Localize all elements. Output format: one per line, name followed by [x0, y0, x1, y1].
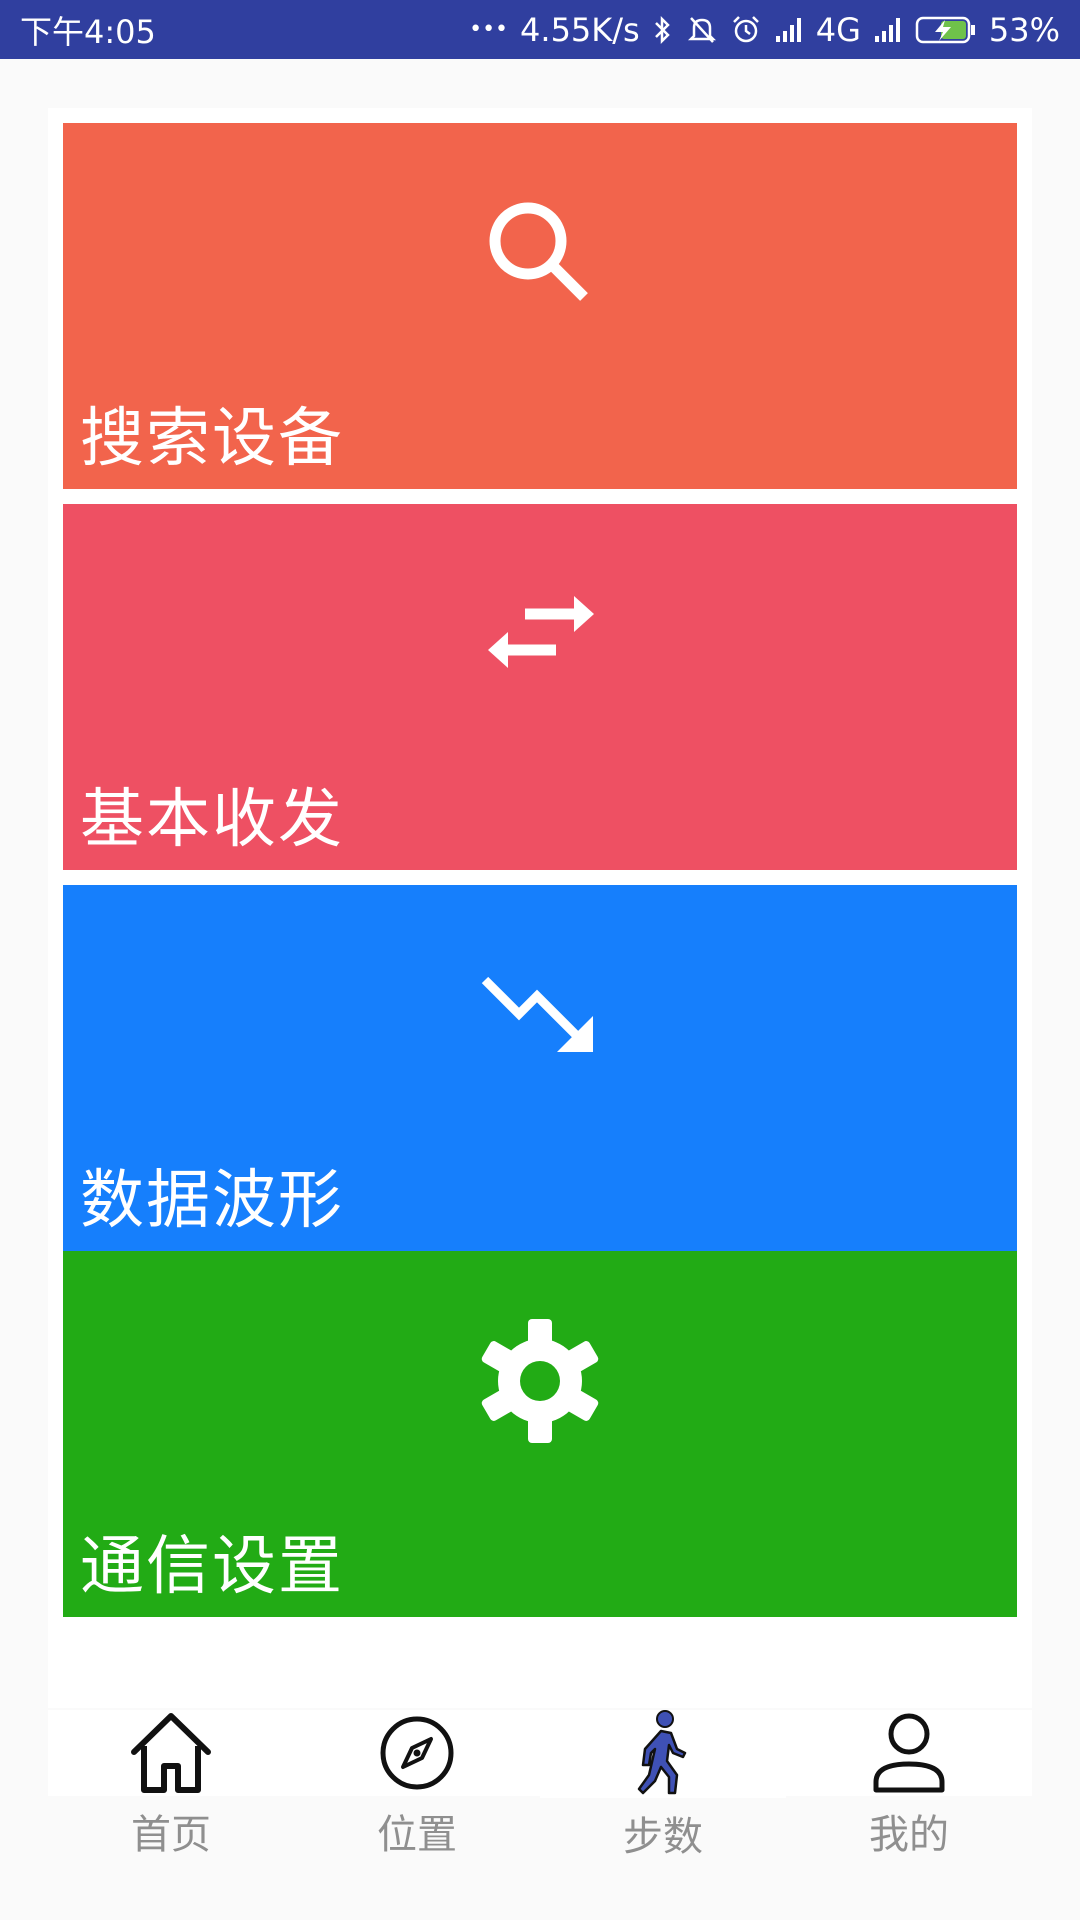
search-icon — [475, 188, 605, 318]
tile-basic-send-receive[interactable]: 基本收发 — [63, 504, 1017, 870]
alarm-icon — [730, 14, 762, 46]
net-speed: 4.55K/s — [520, 10, 640, 49]
walking-icon — [540, 1710, 786, 1798]
signal-icon — [774, 16, 804, 44]
nav-label-profile: 我的 — [869, 1812, 949, 1858]
tile-label: 通信设置 — [80, 1530, 344, 1604]
battery-percent: 53% — [988, 10, 1060, 49]
bottom-nav: 首页 位置 步数 我的 — [48, 1710, 1032, 1860]
tile-label: 基本收发 — [80, 783, 344, 857]
bluetooth-icon — [652, 14, 674, 46]
more-dots: ••• — [469, 17, 509, 42]
tile-communication-settings[interactable]: 通信设置 — [63, 1251, 1017, 1617]
tile-label: 数据波形 — [80, 1164, 344, 1238]
nav-item-profile[interactable]: 我的 — [786, 1710, 1032, 1860]
nav-label-steps: 步数 — [623, 1814, 703, 1860]
nav-label-home: 首页 — [131, 1812, 211, 1858]
tile-data-waveform[interactable]: 数据波形 — [63, 885, 1017, 1251]
network-type: 4G — [815, 10, 861, 49]
compass-icon — [294, 1710, 540, 1796]
swap-arrows-icon — [475, 569, 605, 699]
gear-icon — [475, 1316, 605, 1446]
nav-item-home[interactable]: 首页 — [48, 1710, 294, 1860]
person-icon — [786, 1710, 1032, 1796]
battery-charging-icon — [915, 15, 977, 45]
status-bar: 下午4:05 ••• 4.55K/s 4G 53% — [0, 0, 1080, 59]
tile-label: 搜索设备 — [80, 402, 344, 476]
nav-item-location[interactable]: 位置 — [294, 1710, 540, 1860]
nav-item-steps[interactable]: 步数 — [540, 1710, 786, 1860]
home-icon — [48, 1710, 294, 1796]
tile-search-devices[interactable]: 搜索设备 — [63, 123, 1017, 489]
trending-down-icon — [475, 950, 605, 1080]
mute-bell-icon — [686, 14, 718, 46]
main-card: 搜索设备 基本收发 数据波形 通信设置 — [48, 108, 1032, 1708]
signal-icon — [873, 16, 903, 44]
nav-label-location: 位置 — [377, 1812, 457, 1858]
status-time: 下午4:05 — [20, 12, 156, 51]
